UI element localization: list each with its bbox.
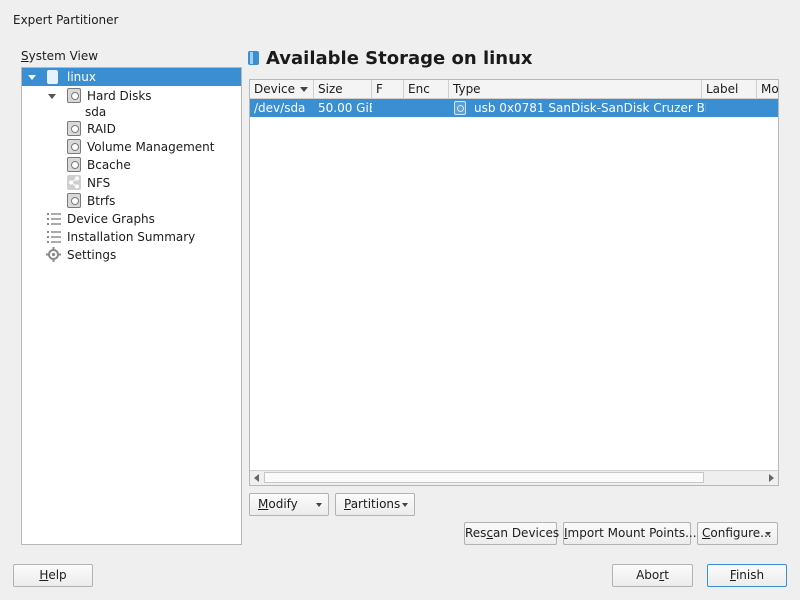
tree-item-installation-summary[interactable]: Installation Summary (22, 228, 241, 246)
tree-item-volume-management[interactable]: Volume Management (22, 138, 241, 156)
chevron-down-icon (402, 503, 408, 507)
column-header-enc[interactable]: Enc (404, 80, 449, 98)
label-part: onfigure... (710, 526, 772, 540)
finish-button[interactable]: Finish (707, 564, 787, 587)
label-part: t (664, 568, 669, 582)
column-header-label: F (376, 82, 383, 96)
table-row[interactable]: /dev/sda 50.00 GiB usb 0x0781 SanDisk-Sa… (250, 99, 778, 117)
tree-item-bcache[interactable]: Bcache (22, 156, 241, 174)
column-header-label: Label (706, 82, 739, 96)
column-header-f[interactable]: F (372, 80, 404, 98)
tree-item-label: Installation Summary (67, 230, 196, 244)
label-accel: P (344, 497, 351, 511)
column-header-label[interactable]: Label (702, 80, 757, 98)
share-icon (67, 175, 81, 190)
label-part: inish (735, 568, 765, 582)
computer-icon (47, 70, 58, 84)
expand-arrow-icon[interactable] (48, 94, 56, 99)
partitions-button[interactable]: Partitions (335, 493, 415, 516)
window-title: Expert Partitioner (13, 13, 119, 27)
bcache-icon (67, 157, 81, 172)
sort-descending-icon (300, 87, 308, 92)
chevron-down-icon (316, 503, 322, 507)
import-mount-points-button[interactable]: Import Mount Points... (563, 522, 697, 545)
tree-item-btrfs[interactable]: Btrfs (22, 192, 241, 210)
system-view-label-rest: ystem View (28, 49, 99, 63)
gear-icon (46, 247, 61, 262)
expand-arrow-icon[interactable] (28, 75, 36, 80)
help-button[interactable]: Help (13, 564, 93, 587)
scroll-left-icon[interactable] (254, 474, 259, 482)
label-part: mport Mount Points... (567, 526, 697, 540)
tree-item-raid[interactable]: RAID (22, 120, 241, 138)
tree-item-label: NFS (87, 176, 111, 190)
volume-icon (67, 139, 81, 154)
cell-type: usb 0x0781 SanDisk-SanDisk Cruzer Blade (474, 101, 706, 115)
label-part: odify (268, 497, 298, 511)
chevron-down-icon (765, 532, 771, 536)
column-header-label: Type (453, 82, 481, 96)
cell-device: /dev/sda (254, 101, 306, 115)
tree-item-label: Device Graphs (67, 212, 155, 226)
label-part: Abo (636, 568, 660, 582)
column-header-mount[interactable]: Mo (757, 80, 779, 98)
column-header-device[interactable]: Device (250, 80, 314, 98)
tree-item-label: RAID (87, 122, 116, 136)
btrfs-icon (67, 193, 81, 208)
label-accel: H (39, 568, 49, 582)
list-icon (47, 211, 61, 226)
system-view-accel: S (21, 49, 29, 63)
table-header: Device Size F Enc Type Label Mo (250, 80, 779, 99)
tree-item-sda[interactable]: sda (22, 103, 241, 121)
column-header-label: Mo (761, 82, 779, 96)
label-part: artitions (350, 497, 401, 511)
system-view-tree[interactable]: linux Hard Disks sda RAID Volume Managem… (21, 67, 242, 545)
label-accel: M (258, 497, 269, 511)
column-header-label: Device (254, 82, 296, 96)
tree-item-device-graphs[interactable]: Device Graphs (22, 210, 241, 228)
hard-disk-icon (454, 101, 466, 115)
computer-icon (248, 51, 259, 65)
button-label: Configure... (702, 526, 772, 540)
hard-disk-icon (67, 88, 81, 103)
raid-icon (67, 121, 81, 136)
tree-item-settings[interactable]: Settings (22, 246, 241, 264)
tree-item-linux[interactable]: linux (22, 68, 241, 86)
label-part: Res (465, 526, 487, 540)
abort-button[interactable]: Abort (612, 564, 693, 587)
button-label: Partitions (344, 497, 400, 511)
column-header-label: Size (318, 82, 343, 96)
column-header-label: Enc (408, 82, 430, 96)
rescan-devices-button[interactable]: Rescan Devices (464, 522, 560, 545)
modify-button[interactable]: Modify (249, 493, 329, 516)
horizontal-scrollbar[interactable] (250, 470, 778, 485)
system-view-label: System View (21, 49, 98, 63)
cell-size: 50.00 GiB (318, 101, 372, 115)
tree-item-label: Btrfs (87, 194, 116, 208)
configure-button[interactable]: Configure... (697, 522, 778, 545)
tree-item-label: Settings (67, 248, 117, 262)
label-part: elp (48, 568, 67, 582)
scroll-right-icon[interactable] (769, 474, 774, 482)
column-header-type[interactable]: Type (449, 80, 702, 98)
button-label: Modify (258, 497, 298, 511)
tree-item-label: Volume Management (87, 140, 215, 154)
scrollbar-thumb[interactable] (264, 472, 704, 483)
list-icon (47, 229, 61, 244)
tree-item-label: sda (85, 105, 107, 119)
tree-item-label: Bcache (87, 158, 131, 172)
tree-item-label: linux (67, 70, 96, 84)
tree-item-nfs[interactable]: NFS (22, 174, 241, 192)
column-header-size[interactable]: Size (314, 80, 372, 98)
label-part: an Devices (493, 526, 560, 540)
storage-table[interactable]: Device Size F Enc Type Label Mo /dev/sda… (249, 79, 779, 486)
page-title: Available Storage on linux (266, 48, 533, 69)
